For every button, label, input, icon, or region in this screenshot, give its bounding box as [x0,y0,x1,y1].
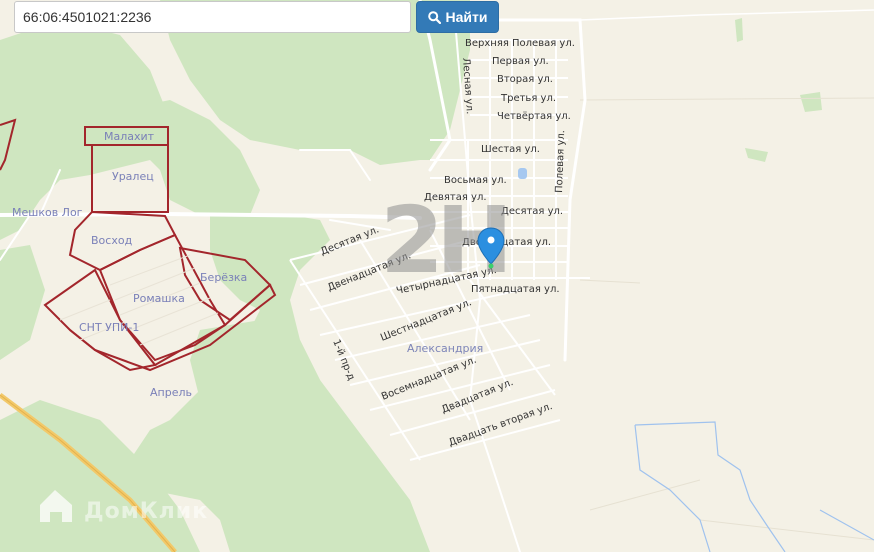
label-aleksandriya: Александрия [407,342,483,355]
label-voskhod: Восход [91,234,133,247]
label-meshkov-log: Мешков Лог [12,206,83,219]
street-shestaya: Шестая ул. [481,144,540,155]
street-vosmaya: Восьмая ул. [444,175,507,186]
pin-point [488,263,494,269]
street-desyataya-east: Десятая ул. [501,206,563,217]
label-uralets: Уралец [112,170,154,183]
label-snt-upi: СНТ УПИ-1 [79,321,139,334]
search-button[interactable]: Найти [416,1,499,33]
domclick-watermark-text: ДомКлик [84,499,208,524]
street-vtoraya: Вторая ул. [497,74,553,85]
search-button-label: Найти [445,9,488,25]
cadastral-search-input[interactable] [14,1,411,33]
street-tretya: Третья ул. [500,93,556,104]
map-canvas[interactable]: Верхняя Полевая ул. Первая ул. Вторая ул… [0,0,874,552]
label-romashka: Ромашка [133,292,185,305]
pin-center-dot [487,236,495,244]
street-polevaya: Полевая ул. [554,130,567,193]
search-icon [427,10,441,24]
label-beryozka: Берёзка [200,271,247,284]
street-pervaya: Первая ул. [492,56,549,67]
street-chetvyortaya: Четвёртая ул. [497,111,571,122]
street-verkhnyaya-polevaya: Верхняя Полевая ул. [465,38,575,49]
label-malakhit: Малахит [104,130,155,143]
label-aprel: Апрель [150,386,192,399]
